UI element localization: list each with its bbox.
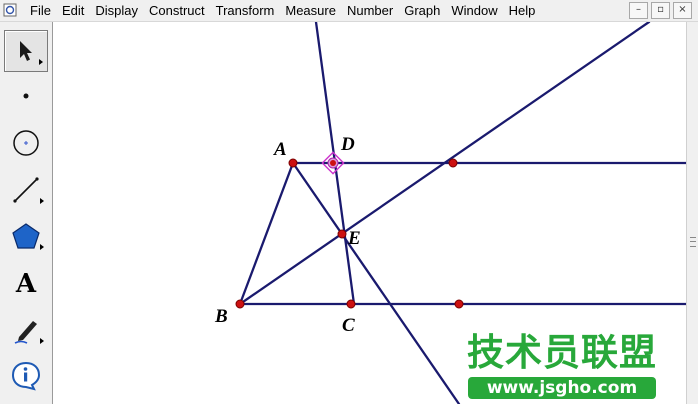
toolbox: A (0, 22, 53, 404)
straightedge-tool[interactable] (4, 170, 48, 210)
menu-number[interactable]: Number (347, 3, 393, 18)
polygon-icon (12, 223, 40, 249)
menu-bar: File Edit Display Construct Transform Me… (0, 0, 698, 22)
point-tool[interactable] (4, 76, 48, 116)
scrollbar-grip-icon[interactable] (690, 237, 696, 247)
menu-display[interactable]: Display (95, 3, 138, 18)
submenu-arrow-icon (40, 198, 44, 204)
menu-graph[interactable]: Graph (404, 3, 440, 18)
submenu-arrow-icon (39, 59, 43, 65)
app-icon[interactable] (3, 3, 17, 17)
label-e[interactable]: E (347, 228, 361, 249)
label-d[interactable]: D (340, 134, 355, 155)
segment-ab[interactable] (238, 161, 295, 306)
minimize-button[interactable]: – (629, 2, 648, 19)
menu-edit[interactable]: Edit (62, 3, 84, 18)
menu-construct[interactable]: Construct (149, 3, 205, 18)
point-icon (23, 93, 29, 99)
arrow-tool[interactable] (4, 30, 48, 72)
point-a[interactable] (288, 158, 298, 168)
segment-icon (13, 177, 39, 203)
point-c[interactable] (346, 299, 356, 309)
arrow-icon (20, 41, 32, 61)
submenu-arrow-icon (40, 338, 44, 344)
submenu-arrow-icon (40, 244, 44, 250)
watermark-url: www.jsgho.com (468, 377, 656, 399)
label-a[interactable]: A (273, 139, 287, 160)
label-b[interactable]: B (214, 306, 228, 327)
menu-transform[interactable]: Transform (216, 3, 275, 18)
polygon-tool[interactable] (4, 216, 48, 256)
line-ae[interactable] (291, 161, 461, 404)
circle-icon (13, 130, 39, 156)
label-c[interactable]: C (342, 315, 355, 336)
point-b[interactable] (235, 299, 245, 309)
menu-window[interactable]: Window (451, 3, 497, 18)
menu-measure[interactable]: Measure (285, 3, 336, 18)
text-icon: A (15, 269, 37, 299)
point-e[interactable] (337, 229, 347, 239)
menu-file[interactable]: File (30, 3, 51, 18)
information-tool[interactable] (4, 356, 48, 396)
marker-tool[interactable] (4, 310, 48, 350)
vertical-scrollbar[interactable] (686, 22, 698, 404)
point-unlabeled-top[interactable] (448, 158, 458, 168)
close-button[interactable]: × (673, 2, 692, 19)
point-unlabeled-bottom[interactable] (454, 299, 464, 309)
marker-icon (14, 321, 37, 344)
watermark-title: 技术员联盟 (467, 331, 657, 374)
menu-help[interactable]: Help (509, 3, 536, 18)
restore-button[interactable]: ▫ (651, 2, 670, 19)
info-icon (11, 361, 41, 391)
text-tool[interactable]: A (4, 264, 48, 304)
compass-tool[interactable] (4, 123, 48, 163)
